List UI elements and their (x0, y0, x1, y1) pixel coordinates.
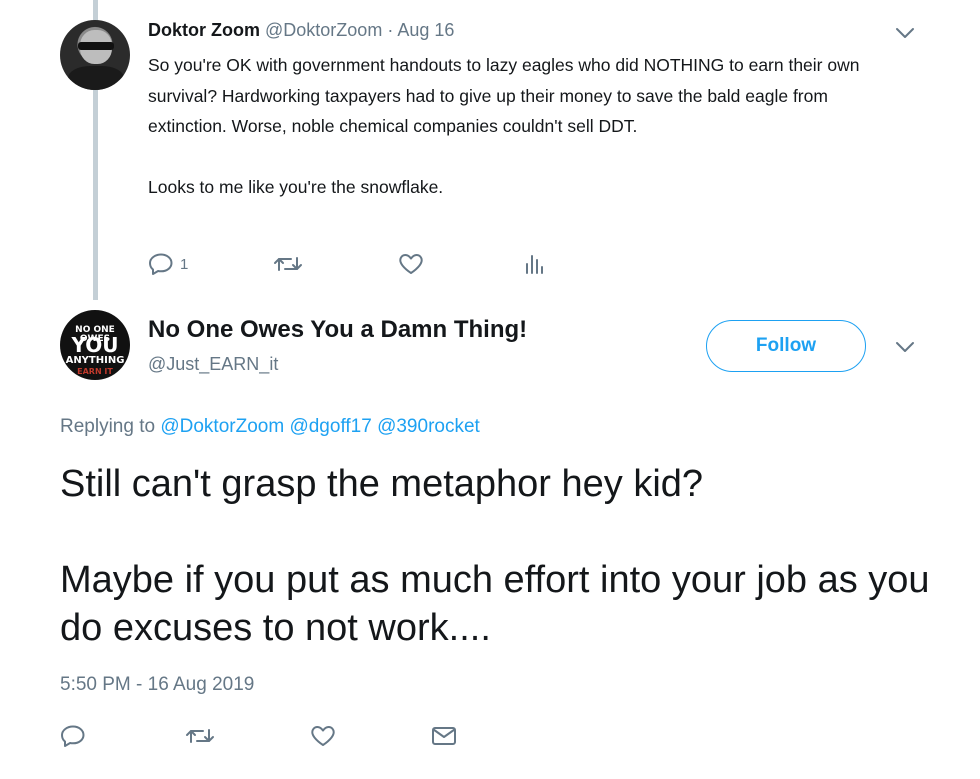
avatar-text: YOU (71, 333, 119, 357)
tweet2-paragraph: Maybe if you put as much effort into you… (60, 559, 930, 649)
reply-icon (148, 252, 174, 276)
analytics-icon (523, 252, 545, 276)
retweet-icon (273, 252, 303, 276)
reply-count: 1 (180, 255, 189, 273)
chevron-down-icon[interactable] (894, 340, 916, 354)
message-button[interactable] (430, 724, 458, 748)
retweet-button[interactable] (273, 252, 303, 276)
reply-icon (60, 724, 86, 748)
tweet2-display-name[interactable]: No One Owes You a Damn Thing! (148, 316, 527, 344)
avatar-no-one-owes[interactable]: NO ONE OWES YOU ANYTHING EARN IT (60, 310, 130, 380)
tweet1-separator: · (387, 20, 394, 40)
tweet2-timestamp[interactable]: 5:50 PM - 16 Aug 2019 (60, 674, 254, 696)
tweet2-paragraph: Still can't grasp the metaphor hey kid? (60, 463, 704, 505)
chevron-down-icon[interactable] (894, 26, 916, 40)
mention-link[interactable]: @DoktorZoom (160, 416, 284, 437)
heart-icon (398, 252, 424, 276)
avatar-doktor-zoom[interactable] (60, 20, 130, 90)
tweet1-body: So you're OK with government handouts to… (148, 50, 908, 203)
replying-to-label: Replying to (60, 416, 156, 437)
tweet1-display-name[interactable]: Doktor Zoom (148, 20, 260, 40)
like-button[interactable] (310, 724, 336, 748)
envelope-icon (430, 724, 458, 748)
reply-button[interactable] (60, 724, 86, 748)
retweet-button[interactable] (185, 724, 215, 748)
tweet1-handle[interactable]: @DoktorZoom (265, 20, 382, 40)
tweet2-handle[interactable]: @Just_EARN_it (148, 354, 278, 375)
follow-button[interactable]: Follow (706, 320, 866, 372)
tweet1-paragraph: So you're OK with government handouts to… (148, 55, 860, 136)
tweet1-paragraph: Looks to me like you're the snowflake. (148, 177, 444, 197)
replying-to-line: Replying to @DoktorZoom @dgoff17 @390roc… (60, 416, 480, 438)
heart-icon (310, 724, 336, 748)
avatar-figure-glasses (78, 42, 114, 50)
mention-link[interactable]: @390rocket (377, 416, 480, 437)
tweet2-body: Still can't grasp the metaphor hey kid? … (60, 460, 940, 652)
tweet1-action-bar: 1 (148, 252, 568, 282)
avatar-figure-body (68, 66, 124, 90)
tweet1-header: Doktor Zoom @DoktorZoom · Aug 16 (148, 20, 454, 41)
reply-button[interactable]: 1 (148, 252, 188, 276)
like-button[interactable] (398, 252, 424, 276)
avatar-text: EARN IT (77, 367, 113, 376)
tweet2-action-bar (60, 724, 480, 754)
retweet-icon (185, 724, 215, 748)
tweet1-date[interactable]: Aug 16 (397, 20, 454, 40)
analytics-button[interactable] (523, 252, 545, 276)
avatar-text: ANYTHING (65, 355, 125, 366)
mention-link[interactable]: @dgoff17 (289, 416, 371, 437)
